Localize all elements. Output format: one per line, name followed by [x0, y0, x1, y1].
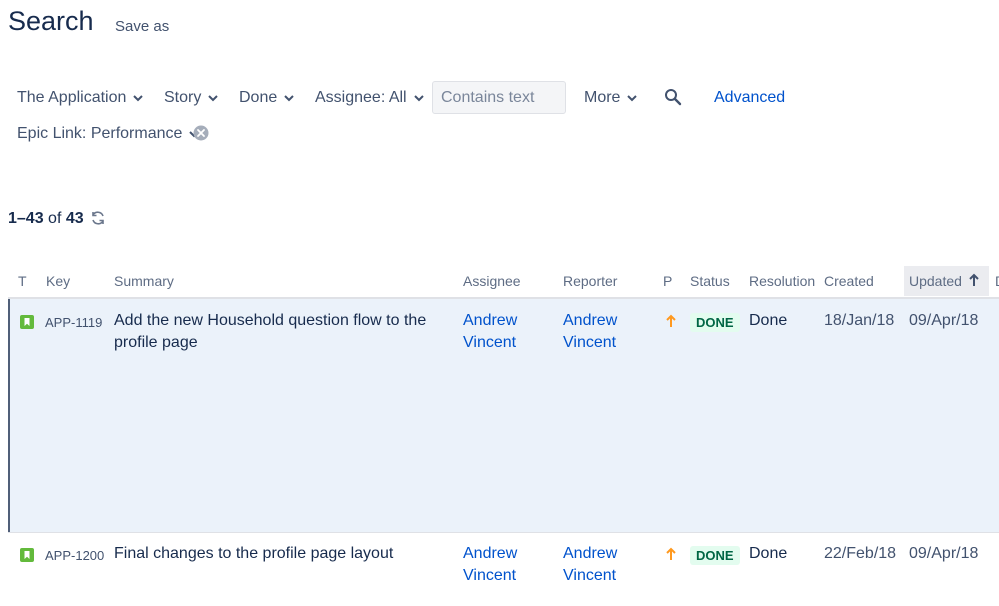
- assignee-last-name: Vincent: [463, 567, 517, 584]
- assignee-filter[interactable]: Assignee: All: [315, 89, 425, 107]
- chevron-down-icon: [284, 95, 294, 102]
- project-filter[interactable]: The Application: [17, 89, 144, 107]
- advanced-search-link[interactable]: Advanced: [714, 89, 785, 107]
- created-date: 22/Feb/18: [824, 545, 897, 562]
- chevron-down-icon: [208, 95, 219, 102]
- resolution: Done: [749, 312, 788, 329]
- save-as-button[interactable]: Save as: [115, 18, 169, 35]
- chevron-down-icon: [627, 95, 638, 102]
- page-title: Search: [8, 6, 94, 36]
- reporter-first-name: Andrew: [563, 312, 618, 329]
- issue-key[interactable]: APP-1119: [45, 315, 102, 330]
- status-filter[interactable]: Done: [239, 89, 295, 107]
- reporter-link[interactable]: Andrew Vincent: [563, 310, 617, 354]
- clear-filter-icon[interactable]: [193, 125, 209, 141]
- reporter-first-name: Andrew: [563, 545, 618, 562]
- reporter-link[interactable]: Andrew Vincent: [563, 543, 617, 587]
- refresh-icon[interactable]: [90, 210, 106, 226]
- column-header-assignee[interactable]: Assignee: [463, 273, 521, 289]
- summary-line: Add the new Household question flow to t…: [114, 312, 427, 329]
- priority-high-icon: [666, 314, 676, 327]
- status-filter-label: Done: [239, 89, 278, 106]
- column-header-next[interactable]: D: [995, 273, 999, 289]
- epic-link-filter[interactable]: Epic Link: Performance: [17, 125, 200, 143]
- column-header-created[interactable]: Created: [824, 273, 874, 289]
- assignee-last-name: Vincent: [463, 334, 517, 351]
- resolution: Done: [749, 545, 788, 562]
- more-filter[interactable]: More: [584, 89, 638, 107]
- reporter-last-name: Vincent: [563, 334, 617, 351]
- chevron-down-icon: [133, 95, 144, 102]
- assignee-filter-label: Assignee: All: [315, 89, 407, 106]
- result-total: 43: [65, 210, 84, 227]
- issue-summary[interactable]: Add the new Household question flow to t…: [114, 310, 426, 354]
- priority-high-icon: [666, 547, 676, 560]
- project-filter-label: The Application: [17, 89, 127, 106]
- assignee-first-name: Andrew: [463, 545, 518, 562]
- issue-key[interactable]: APP-1200: [45, 548, 104, 563]
- status-badge: DONE: [690, 313, 740, 332]
- search-icon[interactable]: [664, 88, 682, 106]
- row-divider: [8, 532, 999, 533]
- status-badge: DONE: [690, 546, 740, 565]
- epic-link-filter-label: Epic Link: Performance: [17, 125, 183, 142]
- updated-date: 09/Apr/18: [909, 312, 979, 329]
- column-header-type[interactable]: T: [18, 273, 27, 289]
- column-header-reporter[interactable]: Reporter: [563, 273, 617, 289]
- type-filter-label: Story: [164, 89, 202, 106]
- more-filter-label: More: [584, 89, 621, 106]
- assignee-link[interactable]: Andrew Vincent: [463, 310, 517, 354]
- sort-ascending-icon[interactable]: [968, 273, 980, 287]
- summary-line: profile page: [114, 334, 198, 351]
- contains-text-input[interactable]: [432, 81, 566, 114]
- updated-date: 09/Apr/18: [909, 545, 979, 562]
- column-header-resolution[interactable]: Resolution: [749, 273, 815, 289]
- chevron-down-icon: [413, 95, 424, 102]
- story-icon: [20, 315, 34, 329]
- issue-summary[interactable]: Final changes to the profile page layout: [114, 543, 393, 565]
- column-header-summary[interactable]: Summary: [114, 273, 174, 289]
- column-header-status[interactable]: Status: [690, 273, 730, 289]
- created-date: 18/Jan/18: [824, 312, 895, 329]
- assignee-first-name: Andrew: [463, 312, 518, 329]
- story-icon: [20, 548, 34, 562]
- reporter-last-name: Vincent: [563, 567, 617, 584]
- result-count: 1–43 of 43: [8, 210, 84, 228]
- column-header-updated[interactable]: Updated: [909, 273, 962, 289]
- result-range: 1–43: [8, 210, 44, 227]
- column-header-priority[interactable]: P: [663, 273, 672, 289]
- assignee-link[interactable]: Andrew Vincent: [463, 543, 517, 587]
- column-header-key[interactable]: Key: [46, 273, 70, 289]
- type-filter[interactable]: Story: [164, 89, 219, 107]
- result-of: of: [48, 210, 62, 227]
